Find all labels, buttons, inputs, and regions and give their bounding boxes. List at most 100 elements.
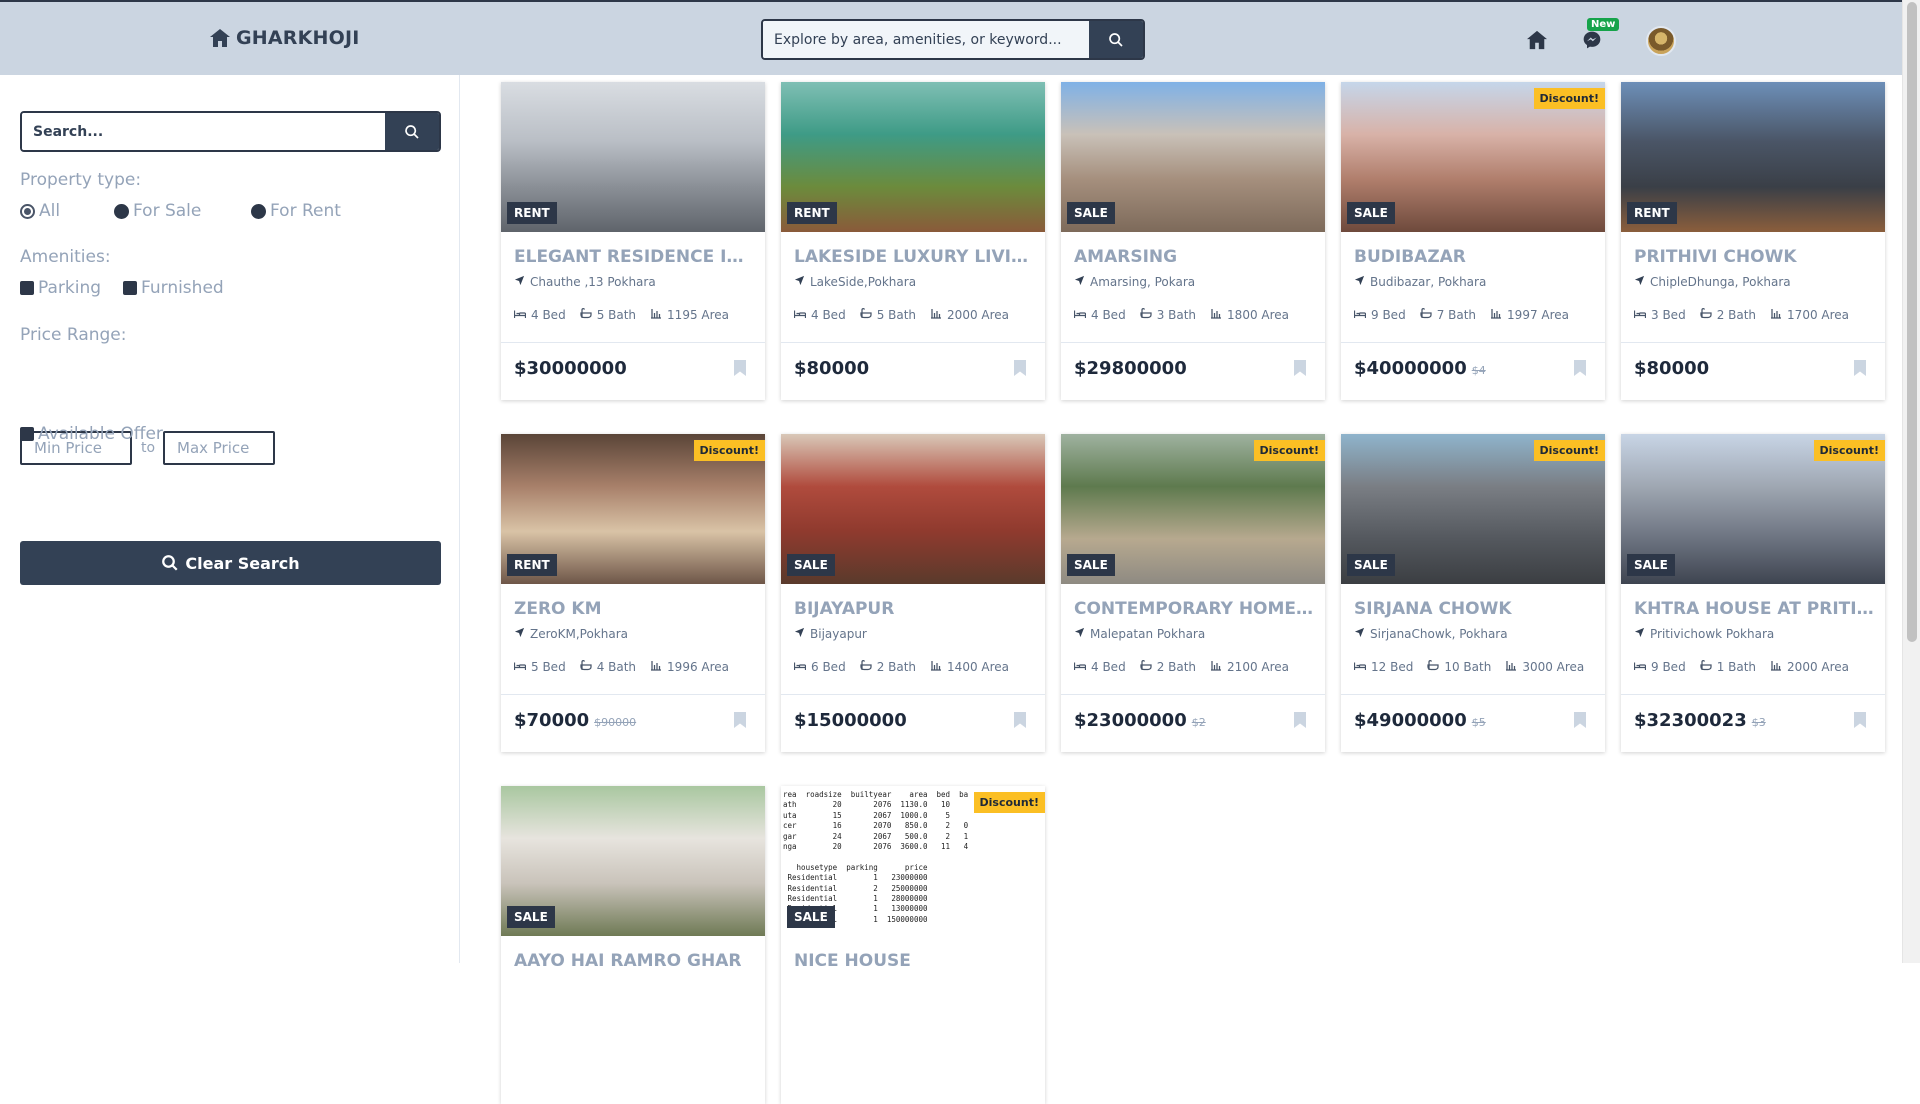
header-search-input[interactable] xyxy=(763,21,1089,58)
property-title[interactable]: CONTEMPORARY HOME IN... xyxy=(1074,599,1314,619)
property-card[interactable]: RENT PRITHIVI CHOWK ChipleDhunga, Pokhara … xyxy=(1621,82,1885,400)
property-title[interactable]: SIRJANA CHOWK xyxy=(1354,599,1594,619)
property-location: Malepatan Pokhara xyxy=(1074,627,1205,641)
area-size: 2000 Area xyxy=(1770,659,1849,674)
bookmark-icon[interactable] xyxy=(1293,711,1307,729)
bath-count-text: 3 Bath xyxy=(1156,307,1197,322)
area-icon xyxy=(1210,659,1222,674)
property-card[interactable]: RENT LAKESIDE LUXURY LIVING LakeSide,Pokha… xyxy=(781,82,1045,400)
checkbox-furnished-control[interactable] xyxy=(123,281,137,295)
bookmark-icon[interactable] xyxy=(1573,711,1587,729)
property-card[interactable]: RENT ELEGANT RESIDENCE IN C... Chauthe ,13… xyxy=(501,82,765,400)
property-title[interactable]: AMARSING xyxy=(1074,247,1314,267)
header-search-button[interactable] xyxy=(1089,21,1143,58)
radio-for-sale-control[interactable] xyxy=(114,203,129,219)
page-scrollbar[interactable] xyxy=(1902,0,1920,963)
listing-type-tag: RENT xyxy=(1627,202,1677,224)
bookmark-icon[interactable] xyxy=(733,711,747,729)
area-size-text: 1400 Area xyxy=(947,659,1010,674)
property-card[interactable]: SALE BIJAYAPUR Bijayapur 6 Bed 2 Bath 1400… xyxy=(781,434,1045,752)
checkbox-available-offer-control[interactable] xyxy=(20,427,34,441)
property-title[interactable]: LAKESIDE LUXURY LIVING xyxy=(794,247,1034,267)
property-features: 3 Bed 2 Bath 1700 Area xyxy=(1633,307,1849,322)
bath-icon xyxy=(580,659,592,674)
property-price: $30000000 xyxy=(514,358,627,379)
area-icon xyxy=(1770,659,1782,674)
property-title[interactable]: PRITHIVI CHOWK xyxy=(1634,247,1874,267)
area-icon xyxy=(650,659,662,674)
scrollbar-thumb[interactable] xyxy=(1907,2,1917,642)
radio-for-rent[interactable]: For Rent xyxy=(251,201,341,221)
bath-count-text: 10 Bath xyxy=(1444,659,1492,674)
property-title[interactable]: NICE HOUSE xyxy=(794,951,1034,971)
card-divider xyxy=(1621,342,1885,343)
bath-count-text: 2 Bath xyxy=(876,659,917,674)
sidebar-search-input[interactable] xyxy=(22,113,385,150)
checkbox-parking-control[interactable] xyxy=(20,281,34,295)
brand-logo[interactable]: GHARKHOJI xyxy=(208,26,360,50)
home-icon xyxy=(1527,30,1547,50)
bath-icon xyxy=(860,307,872,322)
area-size: 1800 Area xyxy=(1210,307,1289,322)
radio-all-control[interactable] xyxy=(20,203,35,219)
area-icon xyxy=(1210,307,1222,322)
property-title[interactable]: ZERO KM xyxy=(514,599,754,619)
area-size: 2100 Area xyxy=(1210,659,1289,674)
sidebar-search-button[interactable] xyxy=(385,113,439,150)
bookmark-icon[interactable] xyxy=(1013,359,1027,377)
property-card[interactable]: SALE Discount! KHTRA HOUSE AT PRITIVI... Pr… xyxy=(1621,434,1885,752)
bookmark-icon[interactable] xyxy=(1853,359,1867,377)
area-size-text: 1800 Area xyxy=(1227,307,1290,322)
property-card[interactable]: RENT Discount! ZERO KM ZeroKM,Pokhara 5 Bed… xyxy=(501,434,765,752)
property-card[interactable]: SALE Discount! CONTEMPORARY HOME IN... Male… xyxy=(1061,434,1325,752)
clear-search-button[interactable]: Clear Search xyxy=(20,541,441,585)
bed-count-text: 4 Bed xyxy=(1091,307,1126,322)
card-divider xyxy=(1061,342,1325,343)
checkbox-parking[interactable]: Parking xyxy=(20,278,101,298)
property-card[interactable]: SALE Discount! BUDIBAZAR Budibazar, Pokhara… xyxy=(1341,82,1605,400)
property-price: $29800000 xyxy=(1074,358,1187,379)
property-card[interactable]: rea roadsize builtyear area bed ba ath 2… xyxy=(781,786,1045,1104)
property-title[interactable]: BUDIBAZAR xyxy=(1354,247,1594,267)
area-size: 1400 Area xyxy=(930,659,1009,674)
property-title[interactable]: AAYO HAI RAMRO GHAR xyxy=(514,951,754,971)
location-arrow-icon xyxy=(1354,275,1365,289)
search-icon xyxy=(405,124,419,139)
property-location: SirjanaChowk, Pokhara xyxy=(1354,627,1508,641)
home-nav-button[interactable] xyxy=(1525,28,1549,52)
property-location: LakeSide,Pokhara xyxy=(794,275,916,289)
max-price-input[interactable] xyxy=(163,431,275,465)
bath-count: 5 Bath xyxy=(580,307,636,322)
property-card[interactable]: SALE AAYO HAI RAMRO GHAR xyxy=(501,786,765,1104)
bookmark-icon[interactable] xyxy=(1853,711,1867,729)
bath-count: 4 Bath xyxy=(580,659,636,674)
bed-icon xyxy=(1073,308,1087,322)
property-card[interactable]: SALE AMARSING Amarsing, Pokara 4 Bed 3 Bat… xyxy=(1061,82,1325,400)
bookmark-icon[interactable] xyxy=(1013,711,1027,729)
property-card[interactable]: SALE Discount! SIRJANA CHOWK SirjanaChowk, … xyxy=(1341,434,1605,752)
property-title[interactable]: BIJAYAPUR xyxy=(794,599,1034,619)
radio-all[interactable]: All xyxy=(20,201,60,221)
bookmark-icon[interactable] xyxy=(733,359,747,377)
property-title[interactable]: KHTRA HOUSE AT PRITIVI... xyxy=(1634,599,1874,619)
property-features: 12 Bed 10 Bath 3000 Area xyxy=(1353,659,1584,674)
area-size-text: 1195 Area xyxy=(667,307,730,322)
bed-count-text: 6 Bed xyxy=(811,659,846,674)
bath-count: 3 Bath xyxy=(1140,307,1196,322)
bath-icon xyxy=(860,659,872,674)
property-title[interactable]: ELEGANT RESIDENCE IN C... xyxy=(514,247,754,267)
bed-count-text: 5 Bed xyxy=(531,659,566,674)
checkbox-available-offer[interactable]: Available Offer xyxy=(20,424,163,444)
bed-count-text: 12 Bed xyxy=(1371,659,1414,674)
radio-for-rent-control[interactable] xyxy=(251,203,266,219)
checkbox-furnished[interactable]: Furnished xyxy=(123,278,224,298)
bookmark-icon[interactable] xyxy=(1573,359,1587,377)
bookmark-icon[interactable] xyxy=(1293,359,1307,377)
location-arrow-icon xyxy=(794,275,805,289)
discount-badge: Discount! xyxy=(1533,88,1605,109)
location-text: Budibazar, Pokhara xyxy=(1370,275,1487,289)
user-avatar[interactable] xyxy=(1646,26,1676,56)
radio-for-sale[interactable]: For Sale xyxy=(114,201,201,221)
messenger-nav-button[interactable] xyxy=(1580,28,1604,52)
bath-count-text: 2 Bath xyxy=(1716,307,1757,322)
